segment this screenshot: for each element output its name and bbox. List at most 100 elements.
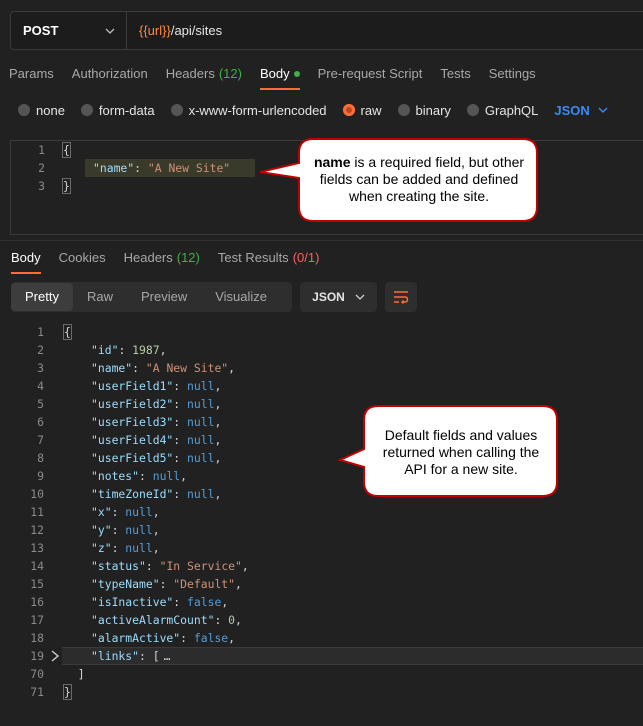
line-number: 19 [30, 649, 44, 663]
json-bracket: } [63, 684, 72, 700]
request-callout-text: name is a required field, but other fiel… [308, 154, 530, 205]
json-bracket: { [63, 324, 72, 340]
headers-count: (12) [218, 66, 242, 81]
json-key: "status" [91, 559, 146, 573]
line-number: 3 [38, 179, 45, 193]
json-key: "userField2" [91, 397, 174, 411]
test-results-count: (0/1) [292, 250, 320, 265]
resp-tab-headers-label: Headers [123, 250, 173, 265]
line-number: 7 [37, 433, 44, 447]
radio-raw[interactable]: raw [342, 103, 382, 118]
resp-tab-test-results[interactable]: Test Results (0/1) [209, 246, 329, 274]
resp-tab-body[interactable]: Body [2, 246, 50, 274]
line-number: 5 [37, 397, 44, 411]
json-value: null [187, 451, 215, 465]
response-tabs: Body Cookies Headers (12) Test Results (0/… [2, 246, 328, 274]
open-brace: { [62, 142, 71, 158]
radio-binary[interactable]: binary [397, 102, 451, 118]
radio-icon [466, 104, 479, 116]
wrap-lines-button[interactable] [385, 282, 417, 312]
json-comma: , [159, 343, 167, 357]
radio-icon [397, 104, 410, 116]
response-body-viewer[interactable]: 1 {2 "id": 1987, 3 "name": "A New Site", 4 "us… [0, 320, 643, 726]
radio-form-data[interactable]: form-data [80, 103, 155, 118]
method-select[interactable]: POST [11, 12, 127, 49]
folded-ellipsis[interactable]: … [164, 649, 171, 663]
url-input[interactable]: {{url}}/api/sites [127, 23, 222, 38]
json-key: "y" [91, 523, 112, 537]
resp-tab-tests-label: Test Results [217, 250, 289, 265]
line-number: 4 [37, 379, 44, 393]
tab-params-label: Params [9, 66, 54, 81]
response-format-select[interactable]: JSON [300, 282, 377, 312]
pane-divider[interactable] [0, 240, 643, 241]
tab-headers[interactable]: Headers (12) [157, 62, 251, 90]
json-value: null [187, 397, 215, 411]
code-line: "isInactive": false, [91, 595, 229, 609]
json-value: null [125, 523, 153, 537]
tab-body[interactable]: Body [251, 62, 309, 90]
radio-icon [80, 104, 93, 116]
tab-pre-request-script[interactable]: Pre-request Script [309, 62, 432, 90]
view-raw[interactable]: Raw [73, 283, 127, 311]
json-comma: , [180, 469, 188, 483]
url-bar: POST {{url}}/api/sites [10, 11, 643, 50]
json-value: null [187, 433, 215, 447]
line-number: 8 [37, 451, 44, 465]
json-value: "In Service" [159, 559, 242, 573]
tab-authorization[interactable]: Authorization [63, 62, 157, 90]
response-toolbar: Pretty Raw Preview Visualize JSON [11, 282, 417, 312]
json-comma: , [152, 523, 160, 537]
body-type-options: none form-data x-www-form-urlencoded raw… [18, 100, 608, 120]
line-number: 9 [37, 469, 44, 483]
view-preview[interactable]: Preview [127, 283, 201, 311]
line-number: 70 [30, 667, 44, 681]
radio-selected-icon [342, 104, 355, 116]
radio-graphql[interactable]: GraphQL [466, 102, 539, 118]
response-format-label: JSON [312, 290, 345, 304]
tab-pre-request-label: Pre-request Script [317, 66, 423, 81]
line-number: 6 [37, 415, 44, 429]
view-pretty[interactable]: Pretty [11, 283, 73, 311]
resp-tab-cookies[interactable]: Cookies [50, 246, 115, 274]
radio-icon [18, 104, 30, 116]
chevron-right-icon[interactable] [50, 650, 60, 662]
resp-tab-headers[interactable]: Headers (12) [115, 246, 209, 274]
json-value: "A New Site" [145, 361, 229, 375]
radio-graphql-label: GraphQL [484, 102, 539, 118]
tab-tests[interactable]: Tests [431, 62, 479, 90]
json-value: null [125, 541, 153, 555]
json-key: "userField1" [91, 379, 174, 393]
line-number: 2 [38, 161, 45, 175]
chevron-down-icon [105, 28, 115, 34]
line-number: 10 [30, 487, 44, 501]
code-line: "typeName": "Default", [91, 577, 242, 591]
tab-params[interactable]: Params [0, 62, 63, 90]
json-value: 1987 [132, 343, 160, 357]
radio-binary-label: binary [415, 102, 451, 118]
json-key: "timeZoneId" [91, 487, 174, 501]
wrap-lines-icon [394, 291, 409, 304]
code-line: "userField4": null, [91, 433, 222, 447]
code-line: "links": [… [91, 649, 171, 663]
code-line: "notes": null, [91, 469, 188, 483]
code-line: ] [64, 665, 85, 683]
tab-settings[interactable]: Settings [480, 62, 545, 90]
code-line: "name": "A New Site", [91, 361, 236, 375]
code-line: "userField3": null, [91, 415, 222, 429]
callout-bold-term: name [313, 154, 351, 170]
view-visualize[interactable]: Visualize [201, 283, 281, 311]
url-path: /api/sites [170, 23, 223, 38]
body-language-select[interactable]: JSON [554, 103, 608, 118]
code-line: { [62, 141, 71, 159]
radio-none[interactable]: none [18, 103, 65, 118]
json-value: null [152, 469, 181, 483]
url-variable: {{url}} [139, 23, 171, 38]
radio-x-www-form-urlencoded[interactable]: x-www-form-urlencoded [170, 103, 327, 118]
body-indicator-dot [293, 70, 300, 77]
json-bracket: ] [64, 667, 85, 681]
chevron-down-icon [598, 107, 608, 113]
line-number: 13 [30, 541, 44, 555]
json-comma: , [241, 559, 249, 573]
code-line: "status": "In Service", [91, 559, 249, 573]
